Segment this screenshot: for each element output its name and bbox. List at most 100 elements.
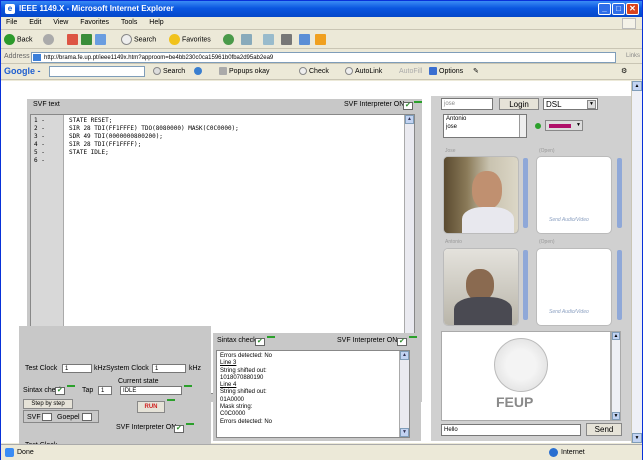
send-audio-video-label[interactable]: Send Audio/Video (549, 217, 589, 223)
mail-button[interactable] (263, 34, 276, 46)
video-slot-empty: Send Audio/Video (536, 248, 612, 326)
svf-interpreter-checkbox[interactable] (403, 101, 413, 110)
goepel-mode-checkbox[interactable] (82, 413, 92, 421)
stop-button[interactable] (67, 34, 80, 46)
send-button[interactable]: Send (586, 423, 622, 436)
menu-view[interactable]: View (48, 17, 73, 28)
username-input[interactable]: jose (441, 98, 493, 110)
controls-interpreter-checkbox[interactable] (174, 424, 184, 433)
google-news-icon[interactable] (194, 67, 204, 77)
line-number: 3 - (34, 133, 45, 140)
connection-value: DSL (546, 100, 562, 109)
person-shirt (462, 207, 514, 233)
syntax-output: Errors detected: No Line 3 String shifte… (216, 350, 410, 438)
chat-input[interactable]: Hello (441, 424, 581, 436)
google-toolbar: Google - Search Popups okay Check AutoLi… (1, 64, 642, 80)
browser-window: e IEEE 1149.X - Microsoft Internet Explo… (0, 0, 643, 460)
output-line: C0C0000 (220, 411, 246, 418)
magnifier-icon (345, 67, 353, 76)
favorites-button[interactable]: Favorites (169, 34, 211, 46)
google-search-button[interactable]: Search (153, 67, 185, 77)
page-icon (33, 54, 41, 61)
system-clock-input[interactable]: 1 (152, 364, 186, 373)
menu-file[interactable]: File (1, 17, 22, 28)
status-indicator (186, 423, 194, 425)
connection-select[interactable]: DSL ▼ (543, 98, 598, 110)
minimize-button[interactable]: _ (598, 3, 611, 15)
menu-edit[interactable]: Edit (24, 17, 46, 28)
popups-button[interactable]: Popups okay (219, 67, 269, 77)
back-arrow-icon (4, 34, 15, 45)
spell-check-button[interactable]: Check (299, 67, 329, 77)
edit-button[interactable] (299, 34, 312, 46)
user-list-scrollbar[interactable] (519, 115, 526, 137)
login-button[interactable]: Login (499, 98, 539, 110)
links-label[interactable]: Links (626, 53, 640, 59)
chat-scrollbar[interactable]: ▲ ▼ (611, 331, 621, 421)
syntax-check-checkbox[interactable] (55, 386, 65, 395)
autofill-button[interactable]: AutoFill (399, 67, 422, 77)
syntax-interpreter-checkbox[interactable] (397, 337, 407, 346)
google-logo[interactable]: Google - (4, 66, 41, 76)
media-button[interactable] (223, 34, 236, 46)
video-label-open: (Open) (539, 239, 555, 245)
video-antonio (443, 248, 519, 326)
back-button[interactable]: Back (4, 34, 33, 46)
person-shirt (454, 297, 512, 325)
test-clock-label: Test Clock (25, 365, 58, 372)
print-button[interactable] (281, 34, 294, 46)
menu-favorites[interactable]: Favorites (75, 17, 114, 28)
user-list-item[interactable]: jose (446, 123, 526, 131)
title-bar: e IEEE 1149.X - Microsoft Internet Explo… (1, 1, 642, 17)
scroll-up-icon[interactable]: ▲ (400, 351, 409, 360)
volume-slider[interactable] (617, 250, 622, 320)
menu-help[interactable]: Help (144, 17, 168, 28)
pencil-icon[interactable]: ✎ (473, 67, 479, 77)
volume-slider[interactable] (523, 250, 528, 320)
status-indicator (67, 385, 75, 387)
menu-tools[interactable]: Tools (116, 17, 142, 28)
google-search-input[interactable] (49, 66, 145, 77)
volume-slider[interactable] (617, 158, 622, 228)
close-button[interactable]: ✕ (626, 3, 639, 15)
svf-mode-checkbox[interactable] (42, 413, 52, 421)
maximize-button[interactable]: □ (612, 3, 625, 15)
svf-code[interactable]: STATE RESET; SIR 28 TDI(FF1FFFE) TDO(808… (69, 117, 239, 157)
scroll-down-icon[interactable]: ▼ (632, 433, 642, 443)
tap-input[interactable]: 1 (98, 386, 112, 395)
output-line: Line 3 (220, 360, 237, 367)
scroll-up-icon[interactable]: ▲ (405, 115, 414, 124)
status-indicator (409, 336, 417, 338)
run-button[interactable]: RUN (137, 401, 165, 413)
user-list-item[interactable]: Antonio (446, 115, 526, 123)
line-number: 2 - (34, 125, 45, 132)
history-button[interactable] (241, 34, 254, 46)
step-by-step-button[interactable]: Step by step (23, 399, 73, 409)
scroll-down-icon[interactable]: ▼ (612, 412, 620, 420)
scroll-up-icon[interactable]: ▲ (612, 332, 620, 340)
scroll-down-icon[interactable]: ▼ (400, 428, 409, 437)
search-button[interactable]: Search (121, 34, 156, 46)
forward-button[interactable] (43, 34, 56, 46)
page-scrollbar[interactable]: ▲ ▼ (631, 81, 642, 443)
home-button[interactable] (95, 34, 108, 46)
refresh-button[interactable] (81, 34, 94, 46)
color-picker[interactable]: ▼ (545, 120, 583, 131)
messenger-button[interactable] (315, 34, 328, 46)
syntax-check-checkbox[interactable] (255, 337, 265, 346)
chevron-down-icon[interactable]: ▼ (587, 100, 596, 109)
video-jose (443, 156, 519, 234)
status-indicator (267, 336, 275, 338)
options-button[interactable]: Options (429, 67, 463, 77)
volume-slider[interactable] (523, 158, 528, 228)
globe-icon (549, 448, 558, 457)
globe-icon (194, 67, 202, 76)
user-list[interactable]: Antonio jose (443, 114, 527, 138)
address-input[interactable]: http://brama.fe.up.pt/ieee1149x.htm?appr… (31, 52, 616, 63)
send-audio-video-label[interactable]: Send Audio/Video (549, 309, 589, 315)
test-clock-input[interactable]: 1 (62, 364, 92, 373)
autolink-button[interactable]: AutoLink (345, 67, 382, 77)
scroll-up-icon[interactable]: ▲ (632, 81, 642, 91)
settings-gear-icon[interactable]: ⚙ (621, 67, 627, 77)
output-scrollbar[interactable]: ▲ ▼ (399, 351, 409, 437)
